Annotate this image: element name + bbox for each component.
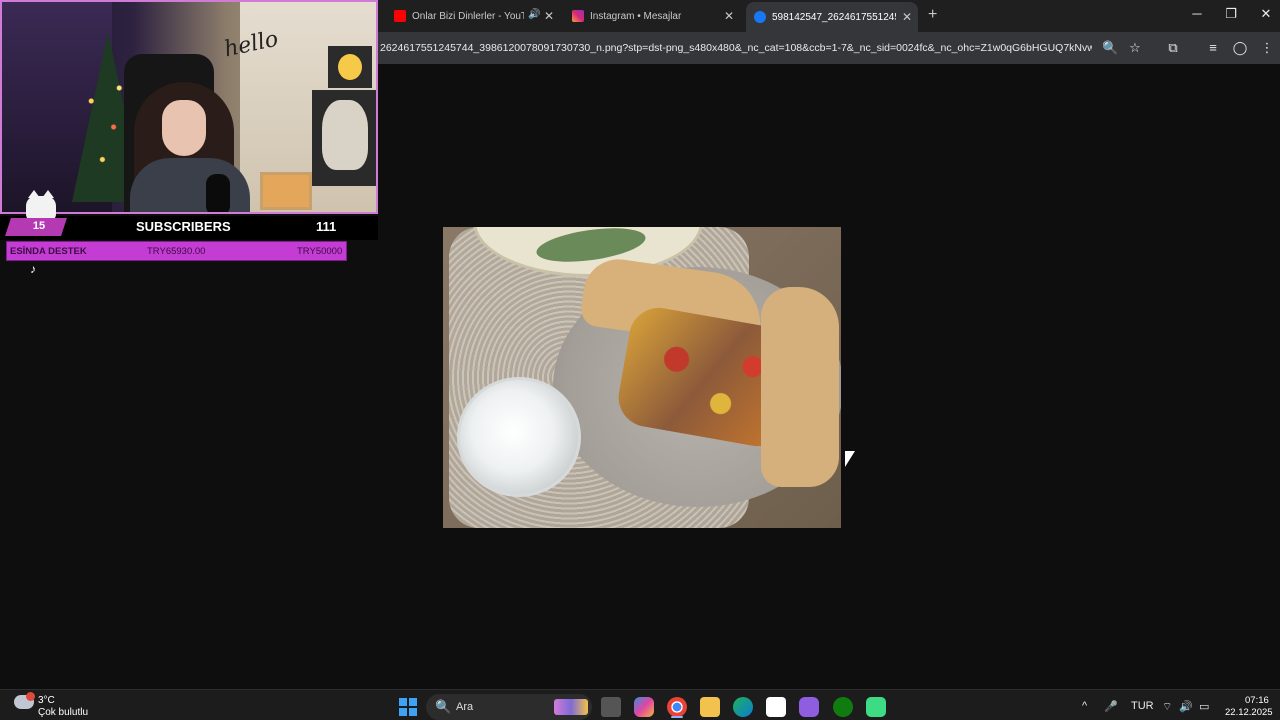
close-tab-icon[interactable]: ✕ [722,9,736,23]
clock-time[interactable]: 07:16 [1245,695,1269,706]
minimize-button[interactable]: ─ [1187,6,1207,21]
youtube-icon [394,10,406,22]
goal-current: TRY65930.00 [147,246,206,257]
goal-target: TRY50000 [297,246,343,257]
search-icon: 🔍 [435,699,452,714]
edge-icon[interactable] [733,697,753,717]
close-tab-icon[interactable]: ✕ [542,9,556,23]
weather-description[interactable]: Çok bulutlu [38,707,88,718]
tab-title: Onlar Bizi Dinlerler - YouTube [412,10,524,22]
weather-temperature[interactable]: 3°C [38,695,55,706]
extensions-icon[interactable]: ⧉ [1165,40,1181,56]
audio-icon[interactable]: 🔊 [528,9,540,20]
menu-icon[interactable]: ⋮ [1259,40,1275,56]
subscribers-label: SUBSCRIBERS [136,219,231,234]
tab-youtube[interactable]: Onlar Bizi Dinlerler - YouTube 🔊 ✕ [394,4,556,28]
close-window-button[interactable]: ✕ [1256,6,1276,22]
android-icon[interactable] [866,697,886,717]
maximize-button[interactable]: ❐ [1221,6,1241,22]
small-canvas [260,172,312,210]
tab-title: Instagram • Mesajlar [590,10,682,22]
cat-painting [312,90,376,186]
copilot-icon[interactable] [634,697,654,717]
food-photo[interactable] [443,227,841,528]
bookmark-star-icon[interactable]: ☆ [1127,40,1143,56]
mouse-cursor-icon [845,451,855,467]
sandwich-bread-side [761,287,839,487]
cat-icon [322,100,368,170]
app-icon[interactable] [799,697,819,717]
new-tab-button[interactable]: + [928,6,937,24]
tab-title: 598142547_262461755124574 [772,11,896,23]
battery-icon[interactable]: ▭ [1199,700,1209,713]
zoom-icon[interactable]: 🔍 [1102,40,1118,56]
xbox-icon[interactable] [833,697,853,717]
url-field[interactable]: 2624617551245744_3986120078091730730_n.p… [380,42,1092,54]
active-app-indicator [671,716,683,718]
tray-overflow-icon[interactable]: ^ [1082,700,1087,712]
search-placeholder: Ara [456,701,474,713]
task-view-icon[interactable] [601,697,621,717]
duck-painting [328,46,372,88]
streamer-body [130,158,250,212]
microphone-icon[interactable]: 🎤 [1104,700,1118,713]
instagram-icon [572,10,584,22]
streamer-face [162,100,206,156]
music-note-icon: ♪ [30,262,36,276]
webcam-overlay: hello [0,0,378,214]
wifi-icon[interactable]: ⌔ [1162,700,1172,714]
subscriber-count: 15 [32,220,46,232]
folder-icon[interactable] [700,697,720,717]
language-indicator[interactable]: TUR [1131,700,1154,712]
tab-image[interactable]: 598142547_262461755124574 ✕ [746,2,918,32]
search-highlight-art [554,699,588,715]
weather-alert-icon [26,692,35,701]
facebook-icon [754,11,766,23]
store-icon[interactable] [766,697,786,717]
goal-name: ESİNDA DESTEK [10,246,87,257]
clock-date[interactable]: 22.12.2025 [1225,707,1273,718]
subscribers-total: 111 [316,219,337,234]
media-control-icon[interactable]: ≡ [1205,40,1221,56]
windows-start-button[interactable] [399,698,417,716]
close-tab-icon[interactable]: ✕ [900,10,914,24]
tab-instagram[interactable]: Instagram • Mesajlar ✕ [572,4,736,28]
microphone-icon [206,174,230,212]
volume-icon[interactable]: 🔊 [1179,700,1193,713]
duck-icon [338,54,362,80]
chrome-icon[interactable] [667,697,687,717]
ayran-glass [457,377,581,497]
profile-icon[interactable]: ◯ [1232,40,1248,56]
